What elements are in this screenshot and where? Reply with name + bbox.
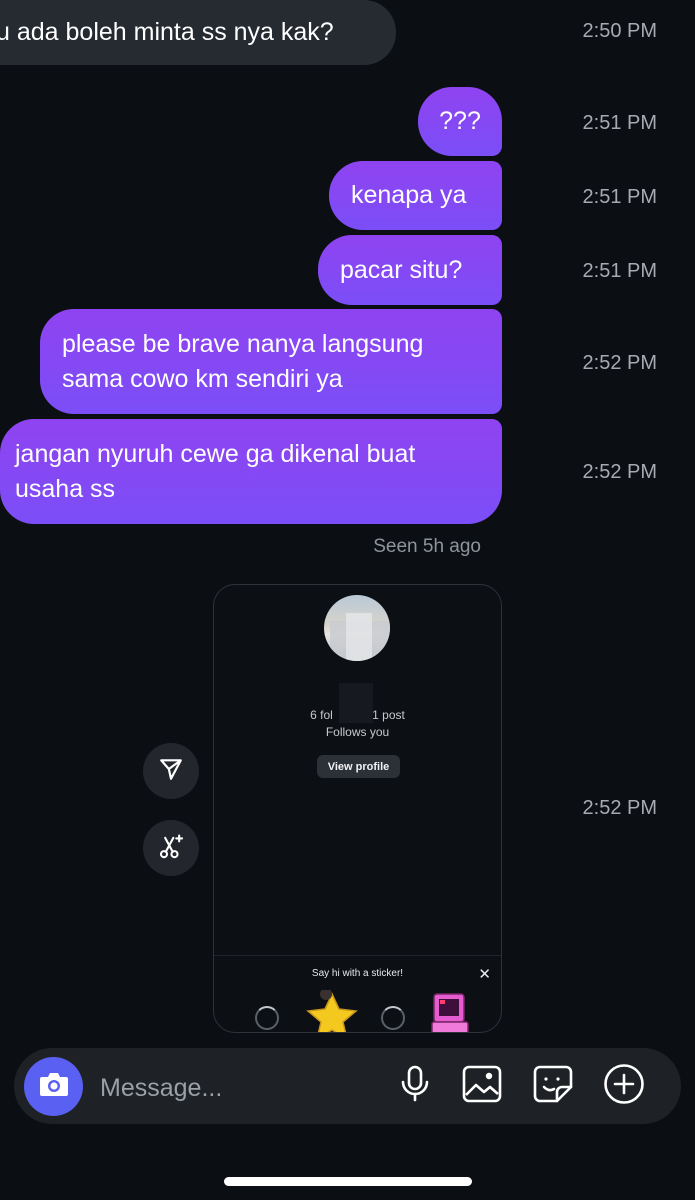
outgoing-message[interactable]: ???	[418, 87, 502, 156]
message-timestamp: 2:51 PM	[582, 186, 657, 208]
scissors-sparkle-icon	[157, 832, 185, 865]
message-input[interactable]	[98, 1070, 362, 1106]
computer-sticker[interactable]	[431, 992, 471, 1032]
home-indicator[interactable]	[224, 1177, 472, 1186]
message-text: pacar situ?	[340, 255, 463, 284]
message-timestamp: 2:50 PM	[582, 20, 657, 42]
message-text: u ada boleh minta ss nya kak?	[0, 18, 334, 46]
sticker-icon	[533, 1065, 573, 1108]
outgoing-message[interactable]: kenapa ya	[329, 161, 502, 230]
message-text: ???	[439, 107, 481, 135]
close-icon[interactable]: ✕	[478, 965, 491, 983]
message-text: kenapa ya	[351, 181, 467, 209]
incoming-message[interactable]: u ada boleh minta ss nya kak?	[0, 0, 396, 65]
microphone-button[interactable]	[394, 1065, 436, 1107]
camera-icon	[38, 1070, 70, 1103]
message-composer	[14, 1048, 681, 1124]
follows-you-label: Follows you	[325, 725, 390, 739]
profile-avatar	[324, 595, 390, 661]
loading-spinner	[255, 1006, 279, 1030]
message-text: please be brave nanya langsung sama cowo…	[62, 329, 424, 393]
camera-button[interactable]	[24, 1057, 83, 1116]
outgoing-message[interactable]: jangan nyuruh cewe ga dikenal buat usaha…	[0, 419, 502, 524]
outgoing-message[interactable]: pacar situ?	[318, 235, 502, 305]
microphone-icon	[399, 1065, 431, 1108]
view-profile-button[interactable]: View profile	[317, 755, 400, 778]
sticker-button[interactable]	[532, 1065, 574, 1107]
share-button[interactable]	[143, 743, 199, 799]
gallery-button[interactable]	[461, 1065, 503, 1107]
add-icon	[603, 1063, 645, 1110]
gallery-icon	[462, 1065, 502, 1108]
remix-button[interactable]	[143, 820, 199, 876]
star-sticker[interactable]	[304, 988, 360, 1032]
sticker-prompt: Say hi with a sticker!	[311, 968, 404, 979]
message-timestamp: 2:52 PM	[582, 797, 657, 819]
seen-status: Seen 5h ago	[373, 536, 481, 557]
message-text: jangan nyuruh cewe ga dikenal buat usaha…	[15, 439, 416, 503]
loading-spinner	[381, 1006, 405, 1030]
send-icon	[158, 756, 184, 787]
divider	[214, 955, 501, 956]
outgoing-message[interactable]: please be brave nanya langsung sama cowo…	[40, 309, 502, 414]
message-timestamp: 2:51 PM	[582, 260, 657, 282]
message-timestamp: 2:51 PM	[582, 112, 657, 134]
censor-block	[339, 683, 373, 723]
message-timestamp: 2:52 PM	[582, 461, 657, 483]
add-button[interactable]	[603, 1063, 645, 1110]
message-timestamp: 2:52 PM	[582, 352, 657, 374]
shared-profile-card[interactable]: 6 fol 1 post Follows you View profile Sa…	[213, 584, 502, 1033]
